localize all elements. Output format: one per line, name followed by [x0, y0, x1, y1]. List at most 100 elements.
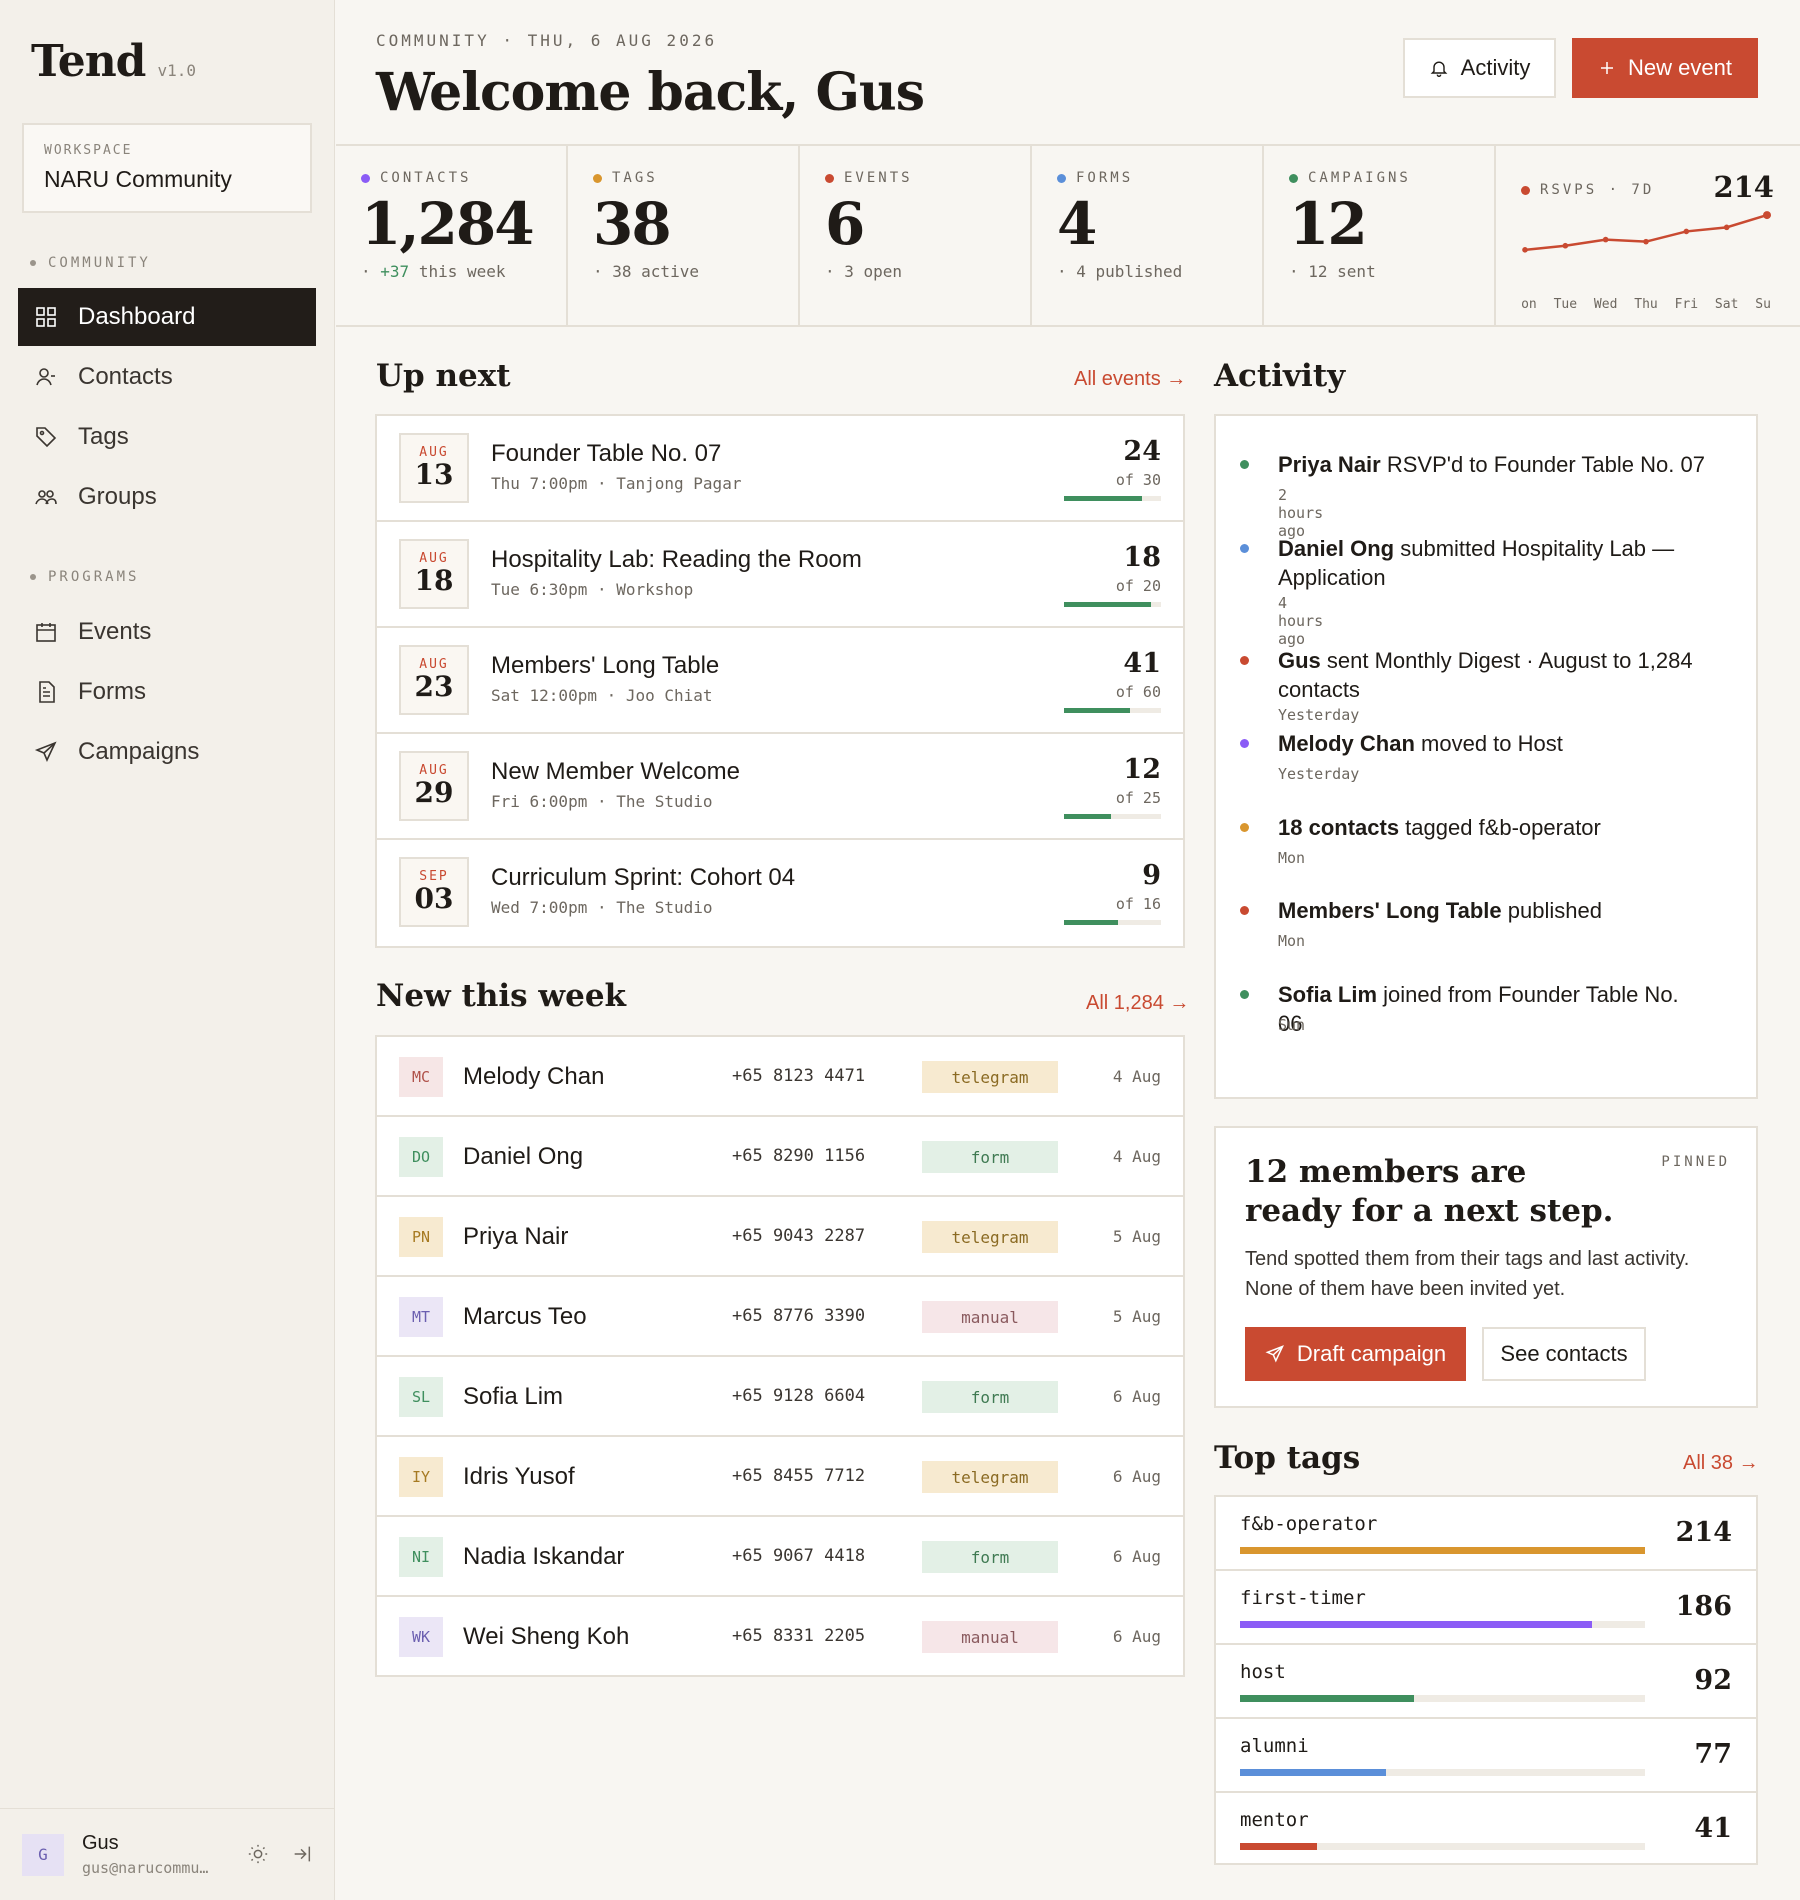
activity-button[interactable]: Activity — [1403, 38, 1556, 98]
stat-value: 12 — [1289, 190, 1368, 258]
table-row[interactable]: DO Daniel Ong +65 8290 1156 form 4 Aug — [377, 1117, 1183, 1197]
all-contacts-link[interactable]: All 1,284 → — [1086, 992, 1189, 1015]
pinned-label: PINNED — [1661, 1154, 1730, 1170]
table-row[interactable]: SL Sofia Lim +65 9128 6604 form 6 Aug — [377, 1357, 1183, 1437]
theme-toggle-icon[interactable] — [247, 1843, 269, 1865]
rsvp-tick-label: Tue — [1554, 297, 1578, 312]
rsvp-tick-label: Mon — [1521, 297, 1537, 312]
source-badge: telegram — [922, 1221, 1058, 1253]
event-row[interactable]: AUG 13 Founder Table No. 07 Thu 7:00pm · Ta… — [377, 416, 1183, 522]
activity-dot — [1240, 656, 1249, 665]
new-event-button[interactable]: New event — [1572, 38, 1758, 98]
see-contacts-button[interactable]: See contacts — [1482, 1327, 1646, 1381]
rsvp-tick-label: Thu — [1634, 297, 1657, 312]
event-date-badge: AUG 29 — [399, 751, 469, 821]
stat-sub-text: this week — [418, 262, 506, 281]
contact-name: Priya Nair — [463, 1223, 569, 1250]
sidebar-item-contacts[interactable]: Contacts — [18, 348, 316, 406]
event-capacity-bar — [1064, 496, 1161, 501]
sidebar-item-dashboard[interactable]: Dashboard — [18, 288, 316, 346]
stat-card-contacts[interactable]: CONTACTS 1,284 · +37 this week — [336, 146, 568, 325]
tag-row[interactable]: host 92 — [1216, 1645, 1756, 1719]
event-row[interactable]: AUG 29 New Member Welcome Fri 6:00pm · The … — [377, 734, 1183, 840]
tag-name: first-timer — [1240, 1587, 1366, 1609]
table-row[interactable]: MT Marcus Teo +65 8776 3390 manual 5 Aug — [377, 1277, 1183, 1357]
contact-name: Melody Chan — [463, 1063, 605, 1090]
stat-card-forms[interactable]: FORMS 4 · 4 published — [1032, 146, 1264, 325]
table-row[interactable]: WK Wei Sheng Koh +65 8331 2205 manual 6 Aug — [377, 1597, 1183, 1677]
brand: Tend v1.0 — [31, 36, 196, 87]
stat-card-campaigns[interactable]: CAMPAIGNS 12 · 12 sent — [1264, 146, 1496, 325]
event-meta: Tue 6:30pm · Workshop — [491, 580, 694, 599]
activity-time: 4 hours ago — [1278, 594, 1324, 648]
user-email: gus@narucommunity.sg — [82, 1859, 212, 1877]
sidebar-item-forms[interactable]: Forms — [18, 663, 316, 721]
tag-row[interactable]: alumni 77 — [1216, 1719, 1756, 1793]
rsvp-tick-label: Sun — [1755, 297, 1771, 312]
sidebar-item-tags[interactable]: Tags — [18, 408, 316, 466]
sidebar-item-groups[interactable]: Groups — [18, 468, 316, 526]
event-rsvp-count: 12 — [1123, 754, 1161, 785]
rsvp-point — [1683, 228, 1690, 235]
section-label-community: COMMUNITY — [30, 255, 151, 271]
event-row[interactable]: AUG 23 Members' Long Table Sat 12:00pm · Jo… — [377, 628, 1183, 734]
sidebar-item-events[interactable]: Events — [18, 603, 316, 661]
stats-strip: CONTACTS 1,284 · +37 this week TAGS 38 · 38 a… — [336, 146, 1800, 327]
activity-subject: Sofia Lim — [1278, 982, 1378, 1007]
table-row[interactable]: PN Priya Nair +65 9043 2287 telegram 5 Aug — [377, 1197, 1183, 1277]
table-row[interactable]: NI Nadia Iskandar +65 9067 4418 form 6 Aug — [377, 1517, 1183, 1597]
activity-text: Gus sent Monthly Digest · August to 1,28… — [1278, 646, 1708, 704]
tag-row[interactable]: first-timer 186 — [1216, 1571, 1756, 1645]
event-capacity-fill — [1064, 496, 1142, 501]
workspace-switcher[interactable]: WORKSPACE NARU Community — [22, 123, 312, 213]
rsvp-line — [1524, 213, 1768, 252]
table-row[interactable]: IY Idris Yusof +65 8455 7712 telegram 6 Aug — [377, 1437, 1183, 1517]
sidebar: Tend v1.0 WORKSPACE NARU Community COMMU… — [0, 0, 335, 1900]
stat-card-tags[interactable]: TAGS 38 · 38 active — [568, 146, 800, 325]
activity-subject: Melody Chan — [1278, 731, 1415, 756]
new-contacts-table: MC Melody Chan +65 8123 4471 telegram 4 Aug D… — [375, 1035, 1185, 1677]
source-badge: form — [922, 1381, 1058, 1413]
tag-bar — [1240, 1695, 1645, 1702]
all-events-link[interactable]: All events → — [1074, 368, 1186, 391]
contact-phone: +65 8331 2205 — [732, 1626, 866, 1646]
activity-dot — [1240, 906, 1249, 915]
tag-count: 186 — [1675, 1591, 1732, 1622]
contact-initials: MT — [399, 1297, 443, 1337]
tag-row[interactable]: f&b-operator 214 — [1216, 1497, 1756, 1571]
all-tags-link[interactable]: All 38 → — [1683, 1452, 1759, 1475]
page-title: Welcome back, Gus — [376, 62, 925, 123]
event-row[interactable]: AUG 18 Hospitality Lab: Reading the Room Tu… — [377, 522, 1183, 628]
stat-value: 38 — [593, 190, 672, 258]
tag-count: 41 — [1694, 1813, 1732, 1844]
logout-icon[interactable] — [291, 1843, 313, 1865]
user-name: Gus — [82, 1832, 119, 1854]
stat-sub-text: 4 published — [1076, 262, 1183, 281]
tag-bar-fill — [1240, 1695, 1415, 1702]
document-icon — [39, 681, 55, 703]
event-capacity-bar — [1064, 920, 1161, 925]
rsvp-point — [1602, 236, 1609, 243]
activity-text: Melody Chan moved to Host — [1278, 729, 1708, 758]
draft-campaign-button[interactable]: Draft campaign — [1245, 1327, 1466, 1381]
activity-time: Yesterday — [1278, 706, 1360, 724]
stat-card-events[interactable]: EVENTS 6 · 3 open — [800, 146, 1032, 325]
send-icon — [1265, 1345, 1284, 1363]
activity-time: Mon — [1278, 849, 1306, 867]
workspace-name: NARU Community — [44, 166, 232, 192]
avatar[interactable]: G — [22, 1833, 64, 1876]
activity-time: Sun — [1278, 1016, 1306, 1034]
contact-date: 6 Aug — [1112, 1627, 1161, 1646]
event-row[interactable]: SEP 03 Curriculum Sprint: Cohort 04 Wed 7:0… — [377, 840, 1183, 946]
tag-row[interactable]: mentor 41 — [1216, 1793, 1756, 1867]
tag-name: alumni — [1240, 1735, 1309, 1757]
section-label-text: PROGRAMS — [48, 569, 140, 585]
table-row[interactable]: MC Melody Chan +65 8123 4471 telegram 4 Aug — [377, 1037, 1183, 1117]
event-name: New Member Welcome — [491, 758, 740, 785]
tag-bar — [1240, 1547, 1645, 1554]
up-next-title: Up next — [376, 358, 511, 394]
activity-time: 2 hours ago — [1278, 486, 1324, 540]
event-day: 29 — [414, 776, 454, 809]
stat-label: TAGS — [593, 170, 773, 186]
sidebar-item-campaigns[interactable]: Campaigns — [18, 723, 316, 781]
